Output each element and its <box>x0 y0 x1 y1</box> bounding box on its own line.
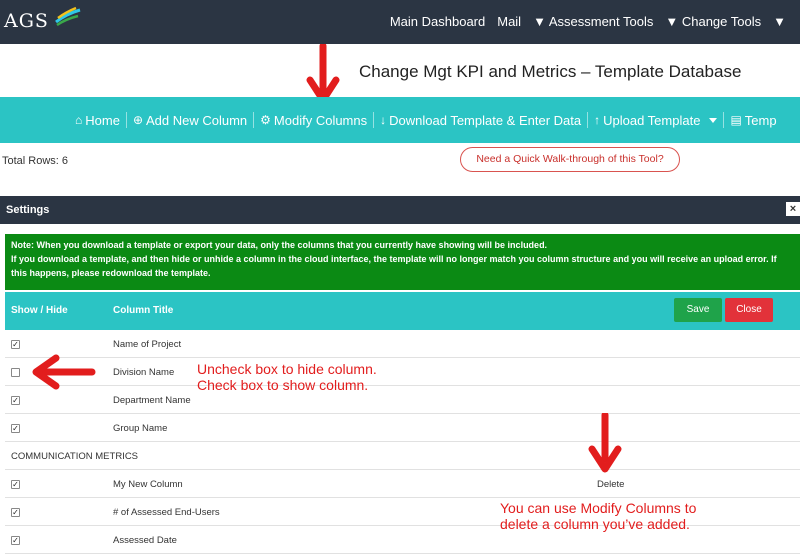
nav-mail[interactable]: Mail <box>497 14 521 29</box>
section-row: COMMUNICATION METRICS <box>5 442 800 470</box>
arrow-down-delete-annotation-icon <box>588 413 622 473</box>
column-title: Department Name <box>113 395 191 406</box>
nav-main-dashboard[interactable]: Main Dashboard <box>390 14 485 29</box>
section-title: COMMUNICATION METRICS <box>11 451 139 462</box>
show-checkbox[interactable]: ✓ <box>11 480 20 489</box>
header-column-title: Column Title <box>113 305 174 316</box>
gear-icon: ⚙ <box>260 113 271 127</box>
column-title: # of Assessed End-Users <box>113 507 220 518</box>
toolbar-divider <box>587 112 589 128</box>
table-row: ✓ Department Name <box>5 386 800 414</box>
page-title: Change Mgt KPI and Metrics – Template Da… <box>359 62 742 81</box>
toolbar-divider <box>125 112 127 128</box>
top-navbar: AGS Main Dashboard Mail ▼ Assessment Too… <box>0 0 800 44</box>
arrow-left-annotation-icon <box>32 354 96 390</box>
nav-change-tools[interactable]: ▼ Change Tools <box>665 14 761 29</box>
show-checkbox[interactable]: ✓ <box>11 508 20 517</box>
toolbar-modify-columns[interactable]: ⚙ Modify Columns <box>260 113 367 128</box>
settings-note: Note: When you download a template or ex… <box>5 234 800 290</box>
modal-close-icon[interactable]: × <box>786 202 800 216</box>
column-title: Group Name <box>113 423 168 434</box>
settings-title: Settings <box>6 204 50 216</box>
note-line-1: Note: When you download a template or ex… <box>11 240 548 250</box>
show-checkbox[interactable]: ✓ <box>11 424 20 433</box>
column-title: My New Column <box>113 479 183 490</box>
toolbar-divider <box>723 112 725 128</box>
delete-column-annotation: You can use Modify Columns to delete a c… <box>500 500 697 532</box>
table-row: ✓ Group Name <box>5 414 800 442</box>
toolbar-download-template[interactable]: ↓ Download Template & Enter Data <box>380 113 581 128</box>
close-button[interactable]: Close <box>725 298 773 322</box>
document-icon: ▤ <box>730 113 742 127</box>
toolbar-divider <box>253 112 255 128</box>
total-rows-count: Total Rows: 6 <box>2 155 69 167</box>
toolbar-add-column[interactable]: ⊕ Add New Column <box>133 113 247 128</box>
column-title: Name of Project <box>113 339 182 350</box>
header-show-hide: Show / Hide <box>11 305 68 316</box>
show-checkbox[interactable]: ✓ <box>11 536 20 545</box>
columns-table-header: Show / Hide Column Title Save Close <box>5 292 800 330</box>
home-icon: ⌂ <box>75 113 83 127</box>
tool-toolbar: ⌂ Home ⊕ Add New Column ⚙ Modify Columns… <box>0 97 800 143</box>
hide-column-annotation: Uncheck box to hide column. Check box to… <box>197 361 377 393</box>
toolbar-divider <box>373 112 375 128</box>
save-button[interactable]: Save <box>674 298 722 322</box>
note-line-2: If you download a template, and then hid… <box>11 254 777 278</box>
caret-down-icon <box>709 117 718 123</box>
column-title: Division Name <box>113 367 175 378</box>
app-logo[interactable]: AGS <box>4 10 49 32</box>
table-row: ✓ Name of Project <box>5 330 800 358</box>
toolbar-upload-template[interactable]: ↑ Upload Template <box>594 113 718 128</box>
table-row: Division Name <box>5 358 800 386</box>
logo-swoosh-icon <box>55 6 81 26</box>
table-row: ✓ My New Column Delete <box>5 470 800 498</box>
toolbar-template[interactable]: ▤ Temp <box>730 113 776 128</box>
show-checkbox[interactable] <box>11 368 20 377</box>
settings-modal-header: Settings × <box>0 196 800 224</box>
nav-more[interactable]: ▼ <box>773 14 786 29</box>
top-nav-menu: Main Dashboard Mail ▼ Assessment Tools ▼… <box>390 14 786 29</box>
column-title: Assessed Date <box>113 535 177 546</box>
arrow-up-icon: ↑ <box>594 113 601 127</box>
toolbar-home[interactable]: ⌂ Home <box>75 113 120 128</box>
delete-column-link[interactable]: Delete <box>597 479 624 490</box>
arrow-down-icon: ↓ <box>380 113 387 127</box>
show-checkbox[interactable]: ✓ <box>11 340 20 349</box>
nav-assessment-tools[interactable]: ▼ Assessment Tools <box>533 14 653 29</box>
walkthrough-button[interactable]: Need a Quick Walk-through of this Tool? <box>460 147 680 172</box>
plus-circle-icon: ⊕ <box>132 113 143 127</box>
show-checkbox[interactable]: ✓ <box>11 396 20 405</box>
